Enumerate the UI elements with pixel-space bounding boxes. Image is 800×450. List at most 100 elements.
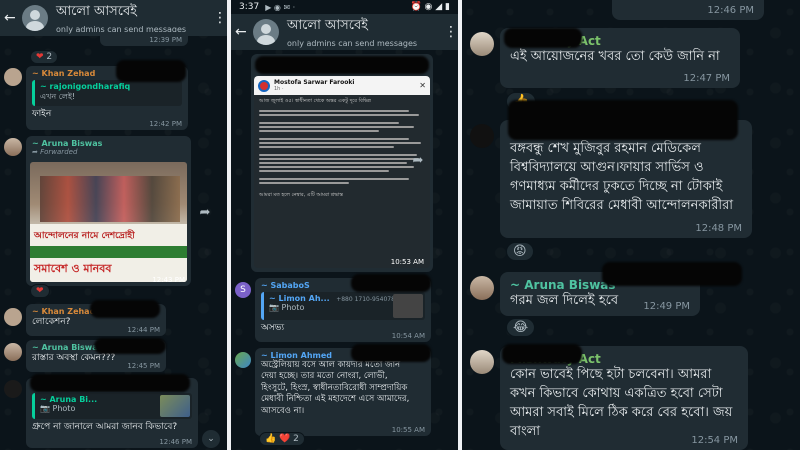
message-time: 10:54 AM xyxy=(391,332,425,340)
message-time: 12:49 PM xyxy=(643,301,690,312)
more-vert-icon[interactable]: ⋮ xyxy=(213,10,227,26)
reaction-badge[interactable]: 😂 xyxy=(506,318,536,337)
redaction xyxy=(351,344,431,362)
message-text: এই আয়োজনের খবর তো কেউ জানি না xyxy=(510,49,720,64)
forward-share-icon[interactable]: ➦ xyxy=(196,204,214,222)
chat-panel-middle: 3:37 ▶ ◉ ✉ · ⏰ ◉ ◢ ▮ ← আলো আসবেই only ad… xyxy=(231,0,458,450)
shared-post-screenshot[interactable]: Mostofa Sarwar Farooki 1h · ✕ আজ জুলাই ও… xyxy=(254,76,430,268)
avatar[interactable] xyxy=(4,343,22,361)
post-text-line xyxy=(259,162,407,164)
group-avatar[interactable] xyxy=(22,5,48,31)
laughing-face-icon: 😂 xyxy=(513,320,529,335)
avatar[interactable] xyxy=(470,124,494,148)
forward-icon: ➦ xyxy=(32,148,38,156)
chat-header[interactable]: ← আলো আসবেই only admins can send message… xyxy=(231,14,458,50)
quoted-message[interactable]: ~ rajonigondharafiq এখন লেই! xyxy=(32,80,182,106)
post-text-line xyxy=(259,170,389,172)
post-text-line xyxy=(259,138,409,140)
reaction-badge[interactable]: ❤ 2 xyxy=(30,50,59,64)
avatar[interactable] xyxy=(4,138,22,156)
forwarded-photo[interactable]: আন্দোলনের নামে দেশদ্রোহী সমাবেশ ও মানবব xyxy=(30,162,187,282)
redaction xyxy=(502,344,582,364)
status-icons-left: ▶ ◉ ✉ · xyxy=(265,2,296,12)
group-title: আলো আসবেই xyxy=(56,4,137,19)
post-text-line xyxy=(259,142,421,144)
avatar[interactable] xyxy=(4,380,22,398)
chat-header[interactable]: ← আলো আসবেই only admins can send message… xyxy=(0,0,227,36)
post-text-line xyxy=(259,126,414,128)
arrow-back-icon[interactable]: ← xyxy=(235,24,251,40)
redaction xyxy=(255,56,429,74)
more-vert-icon[interactable]: ⋮ xyxy=(444,24,458,40)
scroll-down-button[interactable]: ⌄ xyxy=(202,430,220,448)
post-text-line xyxy=(259,182,349,184)
post-text-line xyxy=(259,130,379,132)
redaction xyxy=(94,338,166,354)
message-time: 10:53 AM xyxy=(390,258,424,266)
avatar[interactable] xyxy=(470,32,494,56)
banner-text-top: আন্দোলনের নামে দেশদ্রোহী xyxy=(34,231,135,241)
post-meta: 1h · xyxy=(274,86,284,92)
message-time: 12:47 PM xyxy=(683,73,730,84)
message-time: 12:39 PM xyxy=(149,36,182,44)
chat-panel-right: 12:46 PM Mishwaty Act এই আয়োজনের খবর তো… xyxy=(462,0,800,450)
group-title: আলো আসবেই xyxy=(287,18,368,33)
redaction xyxy=(90,300,160,318)
forwarded-label: ➦ Forwarded xyxy=(32,148,185,156)
avatar[interactable] xyxy=(470,276,494,300)
close-icon: ✕ xyxy=(419,81,426,90)
angry-face-icon: 😡 xyxy=(513,244,527,259)
message-time: 12:54 PM xyxy=(691,435,738,446)
post-text-line xyxy=(259,158,419,160)
reaction-count: 2 xyxy=(46,52,53,62)
avatar[interactable] xyxy=(235,352,251,368)
post-text-line xyxy=(259,146,394,148)
photo-people xyxy=(40,176,180,222)
post-text-line xyxy=(259,110,409,112)
message-bubble[interactable]: 12:46 PM xyxy=(612,0,764,20)
avatar[interactable] xyxy=(470,350,494,374)
post-body: আজ জুলাই ও৫। স্বাধীনতা থেকে অন্তর একটু দ… xyxy=(254,95,430,203)
post-author-avatar xyxy=(258,79,270,92)
quote-text: এখন লেই! xyxy=(40,92,76,101)
reaction-badge[interactable]: 👍 ❤️ 2 xyxy=(259,432,305,446)
avatar[interactable]: S xyxy=(235,282,251,298)
quote-thumbnail xyxy=(160,395,190,417)
status-bar: 3:37 ▶ ◉ ✉ · ⏰ ◉ ◢ ▮ xyxy=(231,0,458,14)
photo-banner: আন্দোলনের নামে দেশদ্রোহী সমাবেশ ও মানবব xyxy=(30,224,187,282)
banner-strip xyxy=(30,246,187,258)
group-avatar[interactable] xyxy=(253,19,279,45)
message-text: বঙ্গবন্ধু শেখ মুজিবুর রহমান মেডিকেল বিশ্… xyxy=(510,141,734,213)
arrow-back-icon[interactable]: ← xyxy=(4,10,20,26)
status-icons-right: ⏰ ◉ ◢ ▮ xyxy=(410,2,450,12)
heart-icon: ❤ xyxy=(36,286,44,296)
quote-photo-label: Photo xyxy=(281,303,305,312)
message-bubble[interactable]: 12:39 PM xyxy=(100,32,188,46)
chat-header-text[interactable]: আলো আসবেই only admins can send messages xyxy=(56,2,213,34)
message-bubble[interactable]: Mostofa Sarwar Farooki 1h · ✕ আজ জুলাই ও… xyxy=(251,54,433,272)
post-text-line xyxy=(259,154,417,156)
reaction-badge[interactable]: ❤ xyxy=(30,284,50,298)
quote-thumbnail xyxy=(393,294,423,318)
avatar[interactable] xyxy=(4,308,22,326)
avatar[interactable] xyxy=(4,68,22,86)
chat-header-text[interactable]: আলো আসবেই only admins can send messages xyxy=(287,16,444,48)
message-time: 12:44 PM xyxy=(127,326,160,334)
post-first-line: আজ জুলাই ও৫। স্বাধীনতা থেকে অন্তর একটু দ… xyxy=(259,98,371,104)
message-text: অস্ট্রেলিয়ায় বসে আল কায়দার মতো জান দে… xyxy=(261,360,410,416)
quote-photo-label: Photo xyxy=(52,404,76,413)
sender-name: ~ Aruna Biswas xyxy=(32,139,103,148)
quote-sender: ~ Limon Ah... xyxy=(269,294,330,303)
redaction xyxy=(508,100,738,140)
post-last-line: আমরা মত হলে নেম্বার, এটি আমরা শ্রদ্ধান্ত xyxy=(259,192,343,198)
quoted-message[interactable]: ~ Limon Ah... +880 1710-954078 📷 Photo xyxy=(261,292,425,320)
redaction xyxy=(30,374,190,392)
forward-share-icon[interactable]: ➦ xyxy=(409,152,427,170)
quoted-message[interactable]: ~ Aruna Bi... 📷 Photo xyxy=(32,393,192,419)
reaction-badge[interactable]: 😡 xyxy=(506,242,534,261)
post-text-line xyxy=(259,122,399,124)
message-bubble[interactable]: ~ Aruna Biswas ➦ Forwarded আন্দোলনের নাম… xyxy=(26,136,191,286)
message-text: কোন ভাবেই পিছে হটা চলবেনা। আমরা কখন কিভা… xyxy=(510,367,733,439)
quote-sender: ~ rajonigondharafiq xyxy=(40,82,131,91)
post-text-line xyxy=(259,114,419,116)
